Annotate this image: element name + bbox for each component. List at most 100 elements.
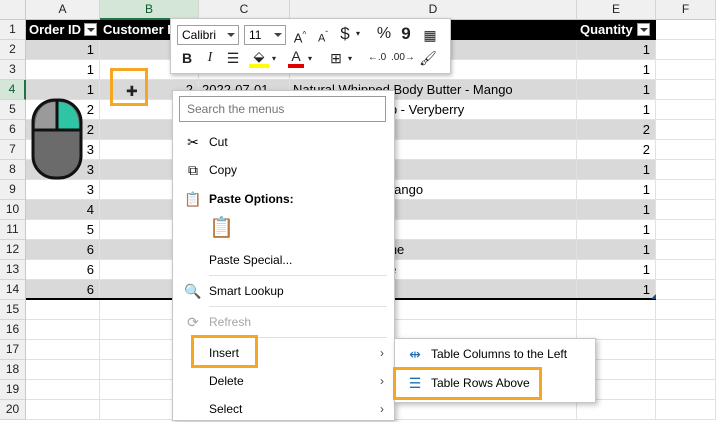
row-header-2[interactable]: 2 [0, 40, 26, 60]
empty-cell[interactable] [26, 360, 100, 380]
row-header-10[interactable]: 10 [0, 200, 26, 220]
column-header-d[interactable]: D [290, 0, 577, 20]
row-header-13[interactable]: 13 [0, 260, 26, 280]
empty-cell[interactable] [656, 40, 716, 60]
row-header-14[interactable]: 14 [0, 280, 26, 300]
select-all-corner[interactable] [0, 0, 26, 20]
menu-item-copy[interactable]: ⧉ Copy [173, 157, 392, 183]
percent-format-icon[interactable]: % [375, 25, 393, 43]
empty-cell[interactable] [656, 240, 716, 260]
row-header-16[interactable]: 16 [0, 320, 26, 340]
row-header-4[interactable]: 4 [0, 80, 26, 100]
cell-quantity[interactable]: 1 [577, 160, 656, 180]
row-header-7[interactable]: 7 [0, 140, 26, 160]
bold-button[interactable]: B [178, 49, 196, 67]
borders-dropdown-icon[interactable]: ▾ [346, 50, 354, 68]
format-painter-icon[interactable]: 🖌 [418, 49, 438, 67]
column-header-a[interactable]: A [26, 0, 100, 20]
cell-quantity[interactable]: 2 [577, 120, 656, 140]
filter-a-dropdown-icon[interactable] [84, 23, 97, 36]
column-header-c[interactable]: C [199, 0, 290, 20]
cell-order-id[interactable]: 3 [26, 180, 100, 200]
row-header-6[interactable]: 6 [0, 120, 26, 140]
empty-cell[interactable] [656, 300, 716, 320]
row-header-11[interactable]: 11 [0, 220, 26, 240]
font-color-dropdown-icon[interactable]: ▾ [306, 50, 314, 68]
decrease-font-icon[interactable]: Aˇ [313, 26, 333, 48]
row-header-18[interactable]: 18 [0, 360, 26, 380]
empty-cell[interactable] [656, 400, 716, 420]
empty-cell[interactable] [26, 400, 100, 420]
cell-order-id[interactable]: 1 [26, 40, 100, 60]
empty-cell[interactable] [656, 140, 716, 160]
cell-quantity[interactable]: 1 [577, 40, 656, 60]
align-center-icon[interactable]: ☰ [223, 49, 243, 67]
empty-cell[interactable] [656, 120, 716, 140]
empty-cell[interactable] [656, 360, 716, 380]
cell-quantity[interactable]: 1 [577, 280, 656, 300]
menu-search-input[interactable] [179, 96, 386, 122]
currency-format-icon[interactable]: $ [337, 25, 353, 43]
empty-cell[interactable] [656, 80, 716, 100]
menu-item-delete[interactable]: Delete › [173, 368, 392, 394]
menu-item-paste-special[interactable]: Paste Special... [173, 247, 392, 273]
cell-quantity[interactable]: 1 [577, 180, 656, 200]
column-header-b[interactable]: B [100, 0, 199, 20]
font-color-icon[interactable]: A [288, 47, 304, 68]
empty-cell[interactable] [26, 380, 100, 400]
empty-cell[interactable] [26, 300, 100, 320]
column-header-f[interactable]: F [656, 0, 716, 20]
cell-quantity[interactable]: 1 [577, 220, 656, 240]
menu-item-cut[interactable]: ✂ Cut [173, 129, 392, 155]
menu-item-table-columns-left[interactable]: ⇹ Table Columns to the Left [395, 341, 593, 367]
row-header-15[interactable]: 15 [0, 300, 26, 320]
column-header-e[interactable]: E [577, 0, 656, 20]
empty-cell[interactable] [656, 260, 716, 280]
row-header-20[interactable]: 20 [0, 400, 26, 420]
empty-cell[interactable] [656, 180, 716, 200]
cell-order-id[interactable]: 4 [26, 200, 100, 220]
filter-e-dropdown-icon[interactable] [637, 23, 650, 36]
increase-font-icon[interactable]: A^ [290, 26, 310, 47]
row-header-3[interactable]: 3 [0, 60, 26, 80]
fill-color-icon[interactable]: ⬙ [249, 47, 269, 68]
empty-cell[interactable] [26, 320, 100, 340]
empty-cell[interactable] [656, 60, 716, 80]
empty-cell[interactable] [656, 220, 716, 240]
cell-quantity[interactable]: 1 [577, 260, 656, 280]
empty-cell[interactable] [26, 340, 100, 360]
row-header-1[interactable]: 1 [0, 20, 26, 40]
cell-order-id[interactable]: 1 [26, 60, 100, 80]
cell-order-id[interactable]: 5 [26, 220, 100, 240]
cell-quantity[interactable]: 1 [577, 80, 656, 100]
cell-quantity[interactable]: 2 [577, 140, 656, 160]
cell-quantity[interactable]: 1 [577, 60, 656, 80]
empty-cell[interactable] [656, 200, 716, 220]
fill-color-dropdown-icon[interactable]: ▾ [270, 50, 278, 68]
row-header-5[interactable]: 5 [0, 100, 26, 120]
paste-clipboard-icon[interactable]: 📋 [209, 215, 234, 241]
cell-quantity[interactable]: 1 [577, 200, 656, 220]
empty-cell[interactable] [656, 380, 716, 400]
menu-item-select[interactable]: Select › [173, 396, 392, 422]
empty-cell[interactable] [656, 280, 716, 300]
format-table-icon[interactable]: ▦ [421, 26, 439, 44]
empty-cell[interactable] [656, 20, 716, 40]
row-header-12[interactable]: 12 [0, 240, 26, 260]
cell-order-id[interactable]: 6 [26, 240, 100, 260]
cell-quantity[interactable]: 1 [577, 100, 656, 120]
empty-cell[interactable] [577, 320, 656, 340]
empty-cell[interactable] [656, 320, 716, 340]
cell-quantity[interactable]: 1 [577, 240, 656, 260]
empty-cell[interactable] [577, 400, 656, 420]
borders-icon[interactable]: ⊞ [327, 49, 345, 67]
currency-dropdown-icon[interactable]: ▾ [354, 25, 362, 43]
cell-order-id[interactable]: 6 [26, 260, 100, 280]
row-header-8[interactable]: 8 [0, 160, 26, 180]
empty-cell[interactable] [656, 340, 716, 360]
empty-cell[interactable] [656, 160, 716, 180]
row-header-17[interactable]: 17 [0, 340, 26, 360]
comma-style-icon[interactable]: 9 [399, 25, 413, 43]
cell-order-id[interactable]: 6 [26, 280, 100, 300]
decrease-decimal-icon[interactable]: .00→ [391, 49, 415, 67]
